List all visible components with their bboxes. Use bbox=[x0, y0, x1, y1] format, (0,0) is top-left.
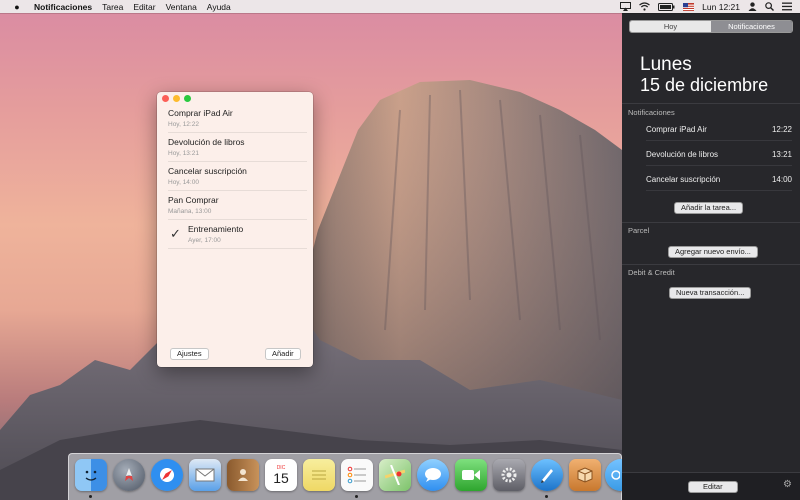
sync-app-icon[interactable] bbox=[605, 459, 623, 491]
task-due: Ayer, 17:00 bbox=[188, 237, 221, 244]
notification-center-footer: Editar ⚙ bbox=[622, 472, 800, 500]
task-title: Cancelar suscripción bbox=[168, 166, 247, 176]
notification-center-icon[interactable] bbox=[782, 2, 792, 11]
menu-tarea[interactable]: Tarea bbox=[102, 2, 123, 12]
add-task-button[interactable]: Añadir bbox=[265, 348, 301, 360]
notification-title: Cancelar suscripción bbox=[646, 175, 721, 184]
task-row[interactable]: Pan Comprar Mañana, 13:00 bbox=[168, 191, 307, 220]
notes-icon[interactable] bbox=[303, 459, 335, 491]
battery-icon[interactable] bbox=[658, 2, 675, 11]
task-row[interactable]: Comprar iPad Air Hoy, 12:22 bbox=[168, 104, 307, 133]
task-title: Pan Comprar bbox=[168, 195, 219, 205]
apple-icon[interactable]: ● bbox=[10, 2, 24, 12]
task-due: Hoy, 12:22 bbox=[168, 121, 199, 128]
menu-ventana[interactable]: Ventana bbox=[166, 2, 197, 12]
safari-icon[interactable] bbox=[151, 459, 183, 491]
task-list: Comprar iPad Air Hoy, 12:22 Devolución d… bbox=[157, 104, 313, 249]
gear-icon[interactable]: ⚙ bbox=[783, 479, 792, 490]
section-label-parcel: Parcel bbox=[628, 226, 650, 235]
notification-row[interactable]: Comprar iPad Air 12:22 bbox=[646, 117, 792, 141]
edit-button[interactable]: Editar bbox=[688, 481, 738, 493]
task-row[interactable]: Devolución de libros Hoy, 13:21 bbox=[168, 133, 307, 162]
close-window-icon[interactable] bbox=[162, 95, 169, 102]
notification-row[interactable]: Cancelar suscripción 14:00 bbox=[646, 167, 792, 191]
settings-button[interactable]: Ajustes bbox=[170, 348, 209, 360]
user-icon[interactable] bbox=[748, 2, 757, 11]
task-row-completed[interactable]: ✓ Entrenamiento Ayer, 17:00 bbox=[168, 220, 307, 249]
notification-title: Devolución de libros bbox=[646, 150, 719, 159]
mail-icon[interactable] bbox=[189, 459, 221, 491]
notification-title: Comprar iPad Air bbox=[646, 125, 707, 134]
menubar-clock[interactable]: Lun 12:21 bbox=[702, 2, 740, 12]
wifi-icon[interactable] bbox=[639, 2, 651, 11]
menu-app-name[interactable]: Notificaciones bbox=[34, 2, 92, 12]
messages-icon[interactable] bbox=[417, 459, 449, 491]
contacts-icon[interactable] bbox=[227, 459, 259, 491]
add-task-widget-button[interactable]: Añadir la tarea... bbox=[674, 202, 744, 214]
task-row[interactable]: Cancelar suscripción Hoy, 14:00 bbox=[168, 162, 307, 191]
minimize-window-icon[interactable] bbox=[173, 95, 180, 102]
tab-hoy[interactable]: Hoy bbox=[630, 21, 711, 32]
task-title: Entrenamiento bbox=[188, 224, 244, 234]
status-area: Lun 12:21 bbox=[620, 0, 800, 13]
airplay-icon[interactable] bbox=[620, 2, 632, 11]
menu-editar[interactable]: Editar bbox=[133, 2, 155, 12]
package-app-icon[interactable] bbox=[569, 459, 601, 491]
day-name: Lunes bbox=[640, 54, 692, 75]
window-controls bbox=[162, 95, 195, 102]
divider bbox=[622, 222, 800, 223]
divider bbox=[622, 264, 800, 265]
pencil-app-icon[interactable] bbox=[531, 459, 563, 491]
finder-icon[interactable] bbox=[75, 459, 107, 491]
running-indicator bbox=[89, 495, 92, 498]
spotlight-search-icon[interactable] bbox=[765, 2, 774, 11]
maps-icon[interactable] bbox=[379, 459, 411, 491]
calendar-day: 15 bbox=[273, 469, 289, 486]
add-shipment-button[interactable]: Agregar nuevo envío... bbox=[668, 246, 758, 258]
notification-center: Hoy Notificaciones Lunes 15 de diciembre… bbox=[622, 13, 800, 500]
notification-time: 13:21 bbox=[771, 150, 792, 159]
notification-center-tabs: Hoy Notificaciones bbox=[629, 20, 793, 33]
day-date: 15 de diciembre bbox=[640, 75, 769, 95]
running-indicator bbox=[545, 495, 548, 498]
notification-time: 14:00 bbox=[771, 175, 792, 184]
running-indicator bbox=[355, 495, 358, 498]
task-title: Devolución de libros bbox=[168, 137, 245, 147]
facetime-icon[interactable] bbox=[455, 459, 487, 491]
menu-ayuda[interactable]: Ayuda bbox=[207, 2, 231, 12]
launchpad-icon[interactable] bbox=[113, 459, 145, 491]
zoom-window-icon[interactable] bbox=[184, 95, 191, 102]
task-due: Hoy, 13:21 bbox=[168, 150, 199, 157]
tab-notificaciones[interactable]: Notificaciones bbox=[711, 21, 792, 32]
dock: DIC 15 bbox=[68, 453, 623, 500]
divider bbox=[622, 103, 800, 104]
flag-icon[interactable] bbox=[683, 2, 695, 11]
reminders-icon[interactable] bbox=[341, 459, 373, 491]
notification-row[interactable]: Devolución de libros 13:21 bbox=[646, 142, 792, 166]
task-title: Comprar iPad Air bbox=[168, 108, 233, 118]
menu-bar: ● Notificaciones Tarea Editar Ventana Ay… bbox=[0, 0, 800, 13]
section-label-debit-credit: Debit & Credit bbox=[628, 268, 675, 277]
task-due: Mañana, 13:00 bbox=[168, 208, 212, 215]
system-preferences-icon[interactable] bbox=[493, 459, 525, 491]
tasks-window: Comprar iPad Air Hoy, 12:22 Devolución d… bbox=[157, 92, 313, 367]
checkmark-icon[interactable]: ✓ bbox=[170, 226, 181, 242]
task-due: Hoy, 14:00 bbox=[168, 179, 199, 186]
calendar-icon[interactable]: DIC 15 bbox=[265, 459, 297, 491]
section-label-notificaciones: Notificaciones bbox=[628, 108, 675, 117]
new-transaction-button[interactable]: Nueva transacción... bbox=[669, 287, 752, 299]
notification-time: 12:22 bbox=[771, 125, 792, 134]
